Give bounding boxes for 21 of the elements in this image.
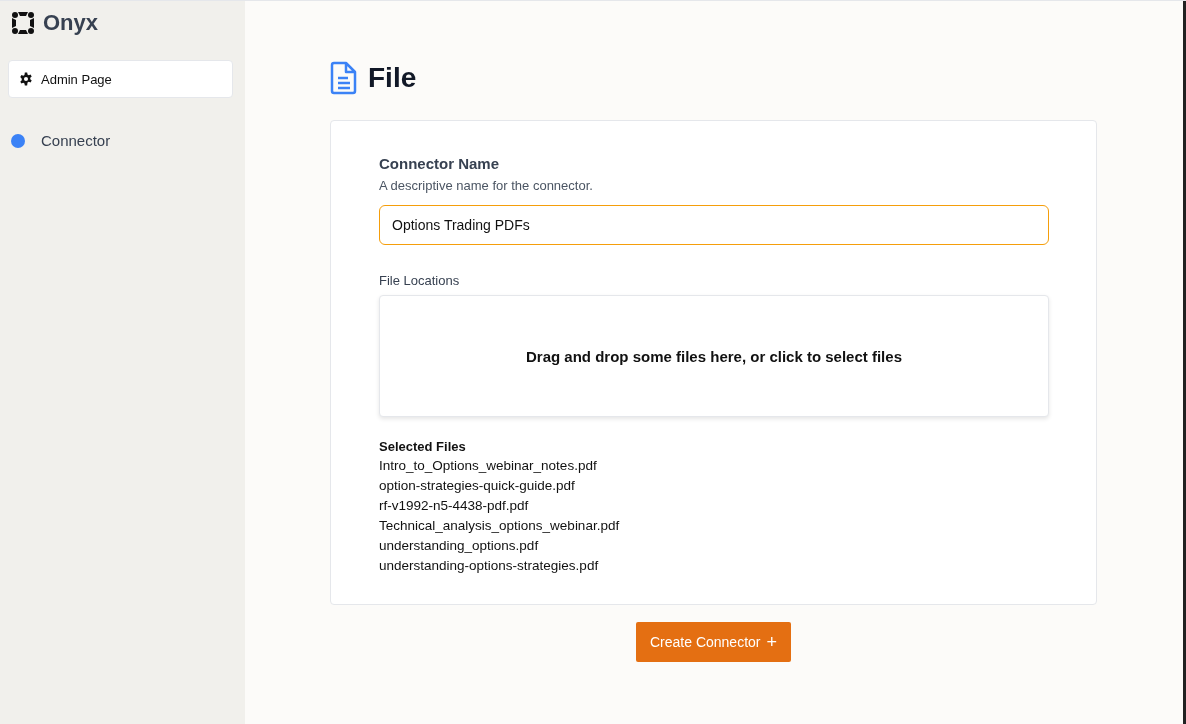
file-name: Intro_to_Options_webinar_notes.pdf	[379, 457, 598, 475]
field-label: File Locations	[379, 273, 461, 288]
file-name: understanding-options-strategies.pdf	[379, 557, 600, 575]
sidebar-item[interactable]: Connector	[41, 132, 111, 149]
file-dropzone[interactable]: Drag and drop some files here, or click to select files	[379, 295, 1049, 417]
selected-files-heading: Selected Files	[379, 439, 467, 454]
field-description: A descriptive name for the connector.	[379, 178, 594, 193]
settings-icon	[19, 72, 33, 86]
dropzone-text: Drag and drop some files here, or click to select files	[526, 347, 902, 365]
file-name: option-strategies-quick-guide.pdf	[379, 477, 576, 495]
page-title: File	[368, 62, 417, 94]
document-icon	[330, 61, 358, 95]
file-name: understanding_options.pdf	[379, 537, 540, 555]
field-label: Connector Name	[379, 155, 501, 172]
plus-icon: +	[766, 631, 777, 653]
brand-name: Onyx	[43, 10, 99, 36]
logo-icon	[11, 11, 35, 35]
admin-page-button[interactable]: Admin Page	[8, 60, 233, 98]
connector-name-input[interactable]: Options Trading PDFs	[379, 205, 1049, 245]
file-name: rf-v1992-n5-4438-pdf.pdf	[379, 497, 530, 515]
file-name: Technical_analysis_options_webinar.pdf	[379, 517, 621, 535]
